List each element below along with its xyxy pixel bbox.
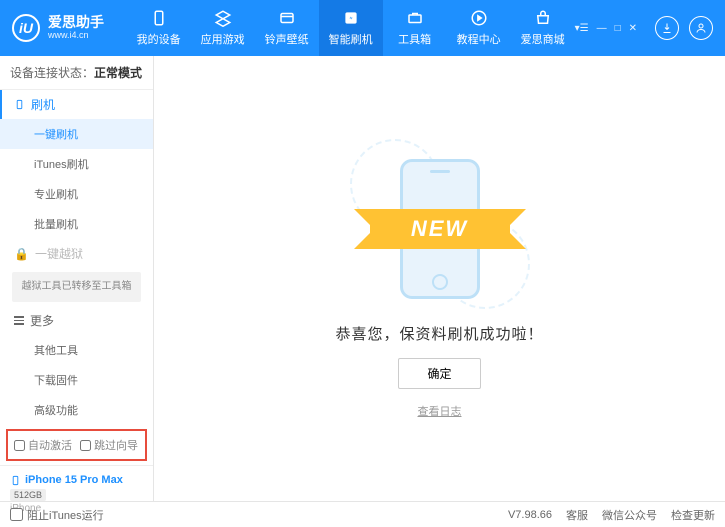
download-button[interactable] bbox=[655, 16, 679, 40]
hamburger-icon bbox=[14, 316, 24, 325]
store-icon bbox=[534, 9, 552, 27]
block-itunes-checkbox[interactable]: 阻止iTunes运行 bbox=[10, 507, 104, 523]
version-label: V7.98.66 bbox=[508, 509, 552, 521]
sidebar-item-more-2[interactable]: 高级功能 bbox=[0, 395, 153, 425]
window-controls: ▾☰ ― □ ✕ bbox=[575, 23, 637, 34]
view-log-link[interactable]: 查看日志 bbox=[418, 403, 462, 419]
sidebar-header-jailbreak[interactable]: 🔒 一键越狱 bbox=[0, 239, 153, 268]
app-url: www.i4.cn bbox=[48, 31, 104, 41]
app-header: iU 爱思助手 www.i4.cn 我的设备应用游戏铃声壁纸智能刷机工具箱教程中… bbox=[0, 0, 725, 56]
nav-item-toolbox[interactable]: 工具箱 bbox=[383, 0, 447, 56]
footer-link-update[interactable]: 检查更新 bbox=[671, 507, 715, 523]
device-icon bbox=[150, 9, 168, 27]
user-button[interactable] bbox=[689, 16, 713, 40]
sidebar-item-more-1[interactable]: 下载固件 bbox=[0, 365, 153, 395]
close-icon[interactable]: ✕ bbox=[629, 23, 637, 34]
options-highlight-box: 自动激活 跳过向导 bbox=[6, 429, 147, 461]
logo: iU 爱思助手 www.i4.cn bbox=[12, 14, 127, 42]
footer-link-wechat[interactable]: 微信公众号 bbox=[602, 507, 657, 523]
auto-activate-checkbox[interactable]: 自动激活 bbox=[14, 437, 72, 453]
device-name[interactable]: iPhone 15 Pro Max bbox=[10, 474, 143, 486]
maximize-icon[interactable]: □ bbox=[615, 23, 621, 34]
phone-icon bbox=[14, 99, 25, 110]
sidebar-item-flash-2[interactable]: 专业刷机 bbox=[0, 179, 153, 209]
success-illustration: NEW bbox=[350, 139, 530, 309]
sidebar-item-more-0[interactable]: 其他工具 bbox=[0, 335, 153, 365]
sidebar: 设备连接状态：正常模式 刷机 一键刷机iTunes刷机专业刷机批量刷机 🔒 一键… bbox=[0, 56, 154, 501]
logo-icon: iU bbox=[12, 14, 40, 42]
menu-icon[interactable]: ▾☰ bbox=[575, 23, 589, 34]
sidebar-item-flash-0[interactable]: 一键刷机 bbox=[0, 119, 153, 149]
connection-status: 设备连接状态：正常模式 bbox=[0, 56, 153, 90]
apps-icon bbox=[214, 9, 232, 27]
ok-button[interactable]: 确定 bbox=[398, 358, 480, 389]
skip-guide-checkbox[interactable]: 跳过向导 bbox=[80, 437, 138, 453]
minimize-icon[interactable]: ― bbox=[597, 23, 607, 34]
app-title: 爱思助手 bbox=[48, 15, 104, 30]
device-storage: 512GB bbox=[10, 489, 46, 501]
user-icon bbox=[695, 22, 707, 34]
success-message: 恭喜您，保资料刷机成功啦！ bbox=[335, 323, 543, 344]
tutorial-icon bbox=[470, 9, 488, 27]
download-icon bbox=[661, 22, 673, 34]
sidebar-header-flash[interactable]: 刷机 bbox=[0, 90, 153, 119]
nav-item-device[interactable]: 我的设备 bbox=[127, 0, 191, 56]
device-icon bbox=[10, 475, 21, 486]
footer-link-support[interactable]: 客服 bbox=[566, 507, 588, 523]
sidebar-header-more[interactable]: 更多 bbox=[0, 306, 153, 335]
lock-icon: 🔒 bbox=[14, 247, 29, 261]
toolbox-icon bbox=[406, 9, 424, 27]
main-content: NEW 恭喜您，保资料刷机成功啦！ 确定 查看日志 bbox=[154, 56, 725, 501]
nav-item-flash[interactable]: 智能刷机 bbox=[319, 0, 383, 56]
nav-item-apps[interactable]: 应用游戏 bbox=[191, 0, 255, 56]
sidebar-item-flash-1[interactable]: iTunes刷机 bbox=[0, 149, 153, 179]
top-nav: 我的设备应用游戏铃声壁纸智能刷机工具箱教程中心爱思商城 bbox=[127, 0, 575, 56]
nav-item-store[interactable]: 爱思商城 bbox=[511, 0, 575, 56]
nav-item-tutorial[interactable]: 教程中心 bbox=[447, 0, 511, 56]
flash-icon bbox=[342, 9, 360, 27]
new-ribbon: NEW bbox=[370, 209, 510, 249]
sidebar-item-flash-3[interactable]: 批量刷机 bbox=[0, 209, 153, 239]
nav-item-ringtone[interactable]: 铃声壁纸 bbox=[255, 0, 319, 56]
ringtone-icon bbox=[278, 9, 296, 27]
jailbreak-note: 越狱工具已转移至工具箱 bbox=[12, 272, 141, 302]
